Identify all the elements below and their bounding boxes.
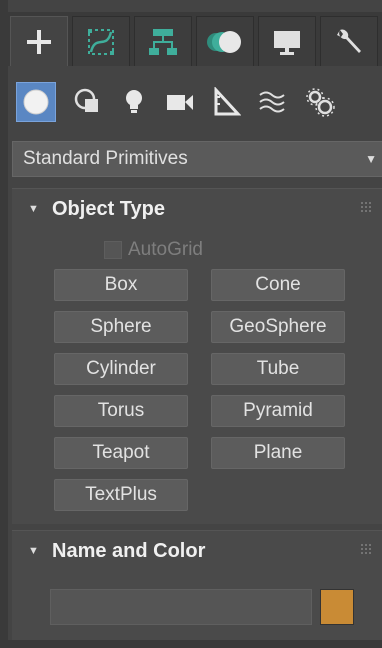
rollout-grip-icon[interactable] bbox=[360, 543, 372, 555]
torus-button[interactable]: Torus bbox=[54, 395, 188, 427]
tube-button[interactable]: Tube bbox=[211, 353, 345, 385]
command-panel-tabs bbox=[8, 12, 382, 66]
teapot-button[interactable]: Teapot bbox=[54, 437, 188, 469]
category-spacewarps-button[interactable] bbox=[252, 82, 292, 122]
category-systems-button[interactable] bbox=[300, 82, 340, 122]
autogrid-checkbox[interactable] bbox=[104, 241, 122, 259]
name-and-color-header[interactable]: ▼ Name and Color bbox=[12, 531, 382, 571]
autogrid-checkbox-row: AutoGrid bbox=[104, 237, 203, 263]
tab-modify[interactable] bbox=[72, 16, 130, 66]
geosphere-button[interactable]: GeoSphere bbox=[211, 311, 345, 343]
category-geometry-button[interactable] bbox=[16, 82, 56, 122]
rollout-title: Name and Color bbox=[52, 540, 206, 562]
shapes-icon bbox=[74, 88, 98, 112]
lights-bulb-icon bbox=[126, 90, 142, 113]
category-cameras-button[interactable] bbox=[160, 82, 200, 122]
collapse-triangle-icon: ▼ bbox=[28, 545, 39, 557]
sphere-button[interactable]: Sphere bbox=[54, 311, 188, 343]
panel-left-edge bbox=[0, 0, 8, 648]
create-plus-icon bbox=[27, 29, 51, 54]
name-and-color-rollout: ▼ Name and Color bbox=[12, 530, 382, 640]
systems-gears-icon bbox=[306, 88, 335, 117]
helpers-ruler-icon bbox=[214, 87, 241, 116]
object-name-field[interactable] bbox=[50, 589, 312, 625]
object-type-rollout: ▼ Object Type AutoGrid Box Cone Sphere G… bbox=[12, 188, 382, 524]
plane-button[interactable]: Plane bbox=[211, 437, 345, 469]
category-lights-button[interactable] bbox=[114, 82, 154, 122]
textplus-button[interactable]: TextPlus bbox=[54, 479, 188, 511]
tab-utilities[interactable] bbox=[320, 16, 378, 66]
autogrid-label: AutoGrid bbox=[128, 239, 203, 260]
collapse-triangle-icon: ▼ bbox=[28, 203, 39, 215]
rollout-grip-icon[interactable] bbox=[360, 201, 372, 213]
object-type-header[interactable]: ▼ Object Type bbox=[12, 189, 382, 229]
utilities-wrench-icon bbox=[337, 29, 361, 53]
object-color-swatch[interactable] bbox=[320, 589, 354, 625]
cylinder-button[interactable]: Cylinder bbox=[54, 353, 188, 385]
command-panel: Standard Primitives ▼ ▼ Object Type Auto… bbox=[0, 0, 382, 648]
tab-motion[interactable] bbox=[196, 16, 254, 66]
panel-bottom-edge bbox=[0, 640, 382, 648]
dropdown-value: Standard Primitives bbox=[23, 148, 188, 169]
category-shapes-button[interactable] bbox=[68, 82, 108, 122]
chevron-down-icon: ▼ bbox=[365, 152, 377, 166]
pyramid-button[interactable]: Pyramid bbox=[211, 395, 345, 427]
create-category-toolbar bbox=[8, 76, 382, 126]
hierarchy-icon bbox=[149, 28, 177, 55]
tab-create[interactable] bbox=[10, 16, 68, 66]
modify-curve-icon bbox=[88, 28, 114, 55]
geometry-sphere-icon bbox=[23, 89, 49, 115]
tab-display[interactable] bbox=[258, 16, 316, 66]
cameras-icon bbox=[167, 95, 193, 110]
object-category-dropdown[interactable]: Standard Primitives ▼ bbox=[12, 141, 382, 177]
cone-button[interactable]: Cone bbox=[211, 269, 345, 301]
rollout-title: Object Type bbox=[52, 198, 165, 220]
display-monitor-icon bbox=[274, 30, 300, 55]
motion-icon bbox=[207, 30, 241, 53]
tab-hierarchy[interactable] bbox=[134, 16, 192, 66]
category-helpers-button[interactable] bbox=[206, 82, 246, 122]
space-warps-icon bbox=[259, 91, 285, 113]
box-button[interactable]: Box bbox=[54, 269, 188, 301]
